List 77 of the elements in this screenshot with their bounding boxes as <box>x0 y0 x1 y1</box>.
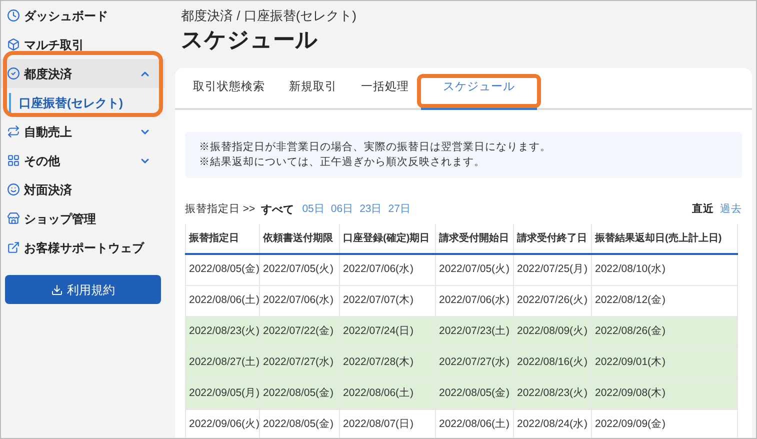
sidebar-item[interactable]: 都度決済 <box>1 59 165 88</box>
sidebar-item[interactable]: 自動売上 <box>1 117 165 146</box>
sidebar-item[interactable]: お客様サポートウェブ <box>1 233 165 262</box>
table-cell: 2022/07/06(水) <box>340 254 436 285</box>
repeat-icon <box>7 125 20 138</box>
sidebar-item[interactable]: その他 <box>1 146 165 175</box>
table-cell: 2022/07/25(月) <box>514 254 592 285</box>
tab[interactable]: スケジュール <box>421 70 537 110</box>
table-cell: 2022/09/06(火) <box>186 409 260 438</box>
table-cell: 2022/07/26(火) <box>514 285 592 316</box>
filter-link[interactable]: 27日 <box>388 202 411 218</box>
table-cell: 2022/09/05(月) <box>186 378 260 409</box>
smile-icon <box>7 183 20 196</box>
table-cell: 2022/07/05(火) <box>260 254 340 285</box>
table-cell: 2022/07/27(水) <box>436 347 514 378</box>
column-header: 振替指定日 <box>186 224 260 254</box>
tab[interactable]: 一括処理 <box>349 70 421 110</box>
check-circle-icon <box>7 67 20 80</box>
table-cell: 2022/08/23(火) <box>514 378 592 409</box>
filter-link[interactable]: 05日 <box>302 202 325 218</box>
download-icon <box>51 284 63 296</box>
sidebar-subitem[interactable]: 口座振替(セレクト) <box>9 92 123 112</box>
table-cell: 2022/08/23(火) <box>186 316 260 347</box>
column-header: 口座登録(確定)期日 <box>340 224 436 254</box>
notice-text: ※振替指定日が非営業日の場合、実際の振替日は翌営業日になります。 <box>199 140 552 154</box>
column-header: 請求受付終了日 <box>514 224 592 254</box>
table-cell: 2022/08/05(金) <box>436 378 514 409</box>
sidebar-item[interactable]: 対面決済 <box>1 175 165 204</box>
table-cell: 2022/07/06(水) <box>260 285 340 316</box>
external-link-icon <box>7 241 20 254</box>
table-cell: 2022/08/05(金) <box>186 254 260 285</box>
table-cell: 2022/07/22(金) <box>260 316 340 347</box>
filter-label: 振替指定日 >> <box>185 202 256 217</box>
table-cell: 2022/08/09(火) <box>514 316 592 347</box>
table-cell: 2022/08/05(金) <box>260 409 340 438</box>
table-cell: 2022/08/06(土) <box>436 409 514 438</box>
table-cell: 2022/08/12(金) <box>592 285 738 316</box>
table-cell: 2022/07/23(土) <box>436 316 514 347</box>
column-header: 依頼書送付期限 <box>260 224 340 254</box>
breadcrumb: 都度決済 / 口座振替(セレクト) <box>181 7 358 25</box>
table-cell: 2022/08/24(水) <box>514 409 592 438</box>
filter-link[interactable]: 23日 <box>360 202 382 218</box>
clock-icon <box>7 9 20 22</box>
sidebar-item[interactable]: ショップ管理 <box>1 204 165 233</box>
period-link[interactable]: 過去 <box>720 202 742 218</box>
column-header: 請求受付開始日 <box>436 224 514 254</box>
table-cell: 2022/07/24(日) <box>340 316 436 347</box>
table-cell: 2022/07/27(水) <box>260 347 340 378</box>
table-cell: 2022/08/07(日) <box>340 409 436 438</box>
tab[interactable]: 取引状態検索 <box>181 70 277 110</box>
period-link[interactable]: 直近 <box>692 202 714 218</box>
page-title: スケジュール <box>181 26 319 54</box>
table-cell: 2022/08/06(土) <box>340 378 436 409</box>
table-cell: 2022/07/06(水) <box>436 285 514 316</box>
sidebar-item[interactable]: マルチ取引 <box>1 30 165 59</box>
cube-icon <box>7 38 20 51</box>
table-cell: 2022/07/05(火) <box>436 254 514 285</box>
table-cell: 2022/08/06(土) <box>186 285 260 316</box>
shop-icon <box>7 212 20 225</box>
tab[interactable]: 新規取引 <box>277 70 349 110</box>
table-cell: 2022/07/28(木) <box>340 347 436 378</box>
table-cell: 2022/09/08(木) <box>592 378 738 409</box>
table-cell: 2022/08/10(水) <box>592 254 738 285</box>
table-cell: 2022/08/27(土) <box>186 347 260 378</box>
column-header: 振替結果返却日(売上計上日) <box>592 224 738 254</box>
grid-icon <box>7 154 20 167</box>
table-cell: 2022/08/16(火) <box>514 347 592 378</box>
sidebar-item[interactable]: ダッシュボード <box>1 1 165 30</box>
table-cell: 2022/09/01(木) <box>592 347 738 378</box>
filter-link[interactable]: 06日 <box>330 202 354 218</box>
filter-link[interactable]: すべて <box>261 202 294 218</box>
table-cell: 2022/08/05(金) <box>260 378 340 409</box>
table-cell: 2022/09/09(金) <box>592 409 738 438</box>
table-cell: 2022/08/26(金) <box>592 316 738 347</box>
terms-button[interactable]: 利用規約 <box>5 275 161 304</box>
notice-text: ※結果返却については、正午過ぎから順次反映されます。 <box>199 154 486 170</box>
table-cell: 2022/07/07(木) <box>340 285 436 316</box>
